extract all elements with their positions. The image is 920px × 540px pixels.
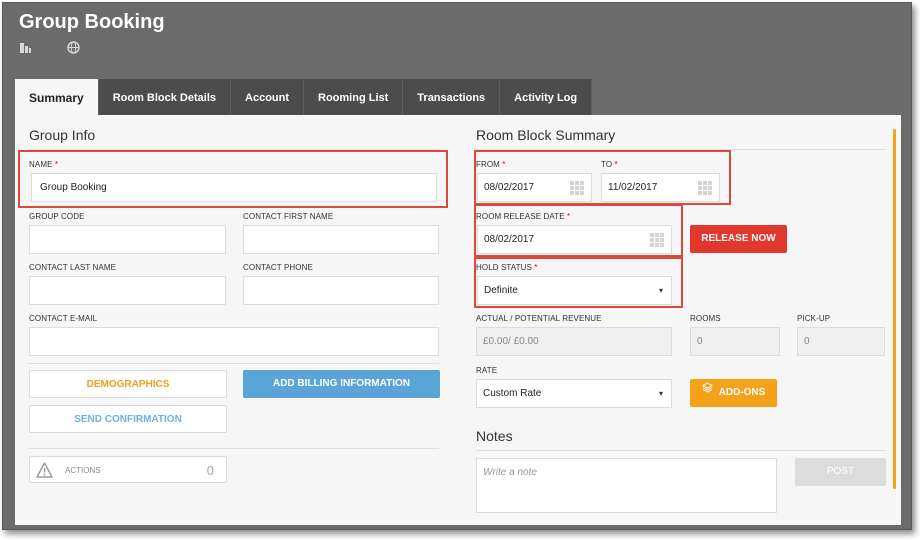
- contact-email-label: CONTACT E-MAIL: [29, 314, 98, 323]
- rooms-field: 0: [690, 327, 780, 356]
- group-info-title: Group Info: [29, 127, 96, 143]
- chevron-down-icon: ▾: [658, 389, 663, 398]
- add-billing-information-button[interactable]: ADD BILLING INFORMATION: [243, 370, 440, 398]
- app-window: Group Booking Summary Room Block Details…: [2, 2, 912, 530]
- post-button[interactable]: POST: [795, 458, 886, 486]
- building-icon[interactable]: [19, 41, 32, 57]
- release-date-highlight-box: [474, 204, 683, 257]
- revenue-label: ACTUAL / POTENTIAL REVENUE: [476, 314, 602, 323]
- tab-bar: Summary Room Block Details Account Roomi…: [15, 79, 593, 116]
- tab-transactions[interactable]: Transactions: [403, 79, 501, 115]
- rate-select[interactable]: Custom Rate ▾: [476, 379, 672, 408]
- divider: [476, 450, 886, 451]
- divider: [29, 363, 439, 364]
- pickup-field: 0: [797, 327, 885, 356]
- summary-panel: Group Info NAME * Group Booking GROUP CO…: [15, 115, 901, 525]
- tab-activity-log[interactable]: Activity Log: [500, 79, 593, 115]
- layers-icon: [701, 377, 713, 405]
- contact-phone-field[interactable]: [243, 276, 439, 305]
- warning-icon: [36, 462, 53, 478]
- actions-label: ACTIONS: [65, 466, 101, 475]
- actions-count: 0: [206, 463, 214, 478]
- notes-title: Notes: [476, 428, 513, 444]
- tab-summary[interactable]: Summary: [15, 79, 99, 116]
- demographics-button[interactable]: DEMOGRAPHICS: [29, 370, 227, 398]
- contact-phone-label: CONTACT PHONE: [243, 263, 313, 272]
- divider: [29, 448, 439, 449]
- hold-status-highlight-box: [474, 257, 683, 308]
- add-ons-button[interactable]: ADD-ONS: [690, 379, 777, 407]
- contact-first-name-field[interactable]: [243, 225, 439, 254]
- name-highlight-box: [18, 150, 448, 208]
- send-confirmation-button[interactable]: SEND CONFIRMATION: [29, 405, 227, 433]
- actions-button[interactable]: ACTIONS 0: [29, 456, 227, 483]
- tab-rooming-list[interactable]: Rooming List: [304, 79, 404, 115]
- contact-last-name-label: CONTACT LAST NAME: [29, 263, 117, 272]
- group-code-label: GROUP CODE: [29, 212, 85, 221]
- contact-email-field[interactable]: [29, 327, 439, 356]
- group-code-field[interactable]: [29, 225, 226, 254]
- room-block-summary-title: Room Block Summary: [476, 127, 616, 143]
- release-now-button[interactable]: RELEASE NOW: [690, 225, 787, 253]
- scrollbar[interactable]: [893, 129, 896, 489]
- page-title: Group Booking: [19, 11, 165, 33]
- tab-room-block-details[interactable]: Room Block Details: [98, 79, 232, 115]
- pickup-label: PICK-UP: [797, 314, 831, 323]
- note-textarea[interactable]: Write a note: [476, 458, 777, 513]
- contact-first-name-label: CONTACT FIRST NAME: [243, 212, 334, 221]
- revenue-field: £0.00/ £0.00: [476, 327, 672, 356]
- dates-highlight-box: [474, 150, 731, 205]
- contact-last-name-field[interactable]: [29, 276, 226, 305]
- rate-label: RATE: [476, 366, 498, 375]
- globe-icon[interactable]: [67, 41, 80, 57]
- tab-account[interactable]: Account: [231, 79, 305, 115]
- rooms-label: ROOMS: [690, 314, 721, 323]
